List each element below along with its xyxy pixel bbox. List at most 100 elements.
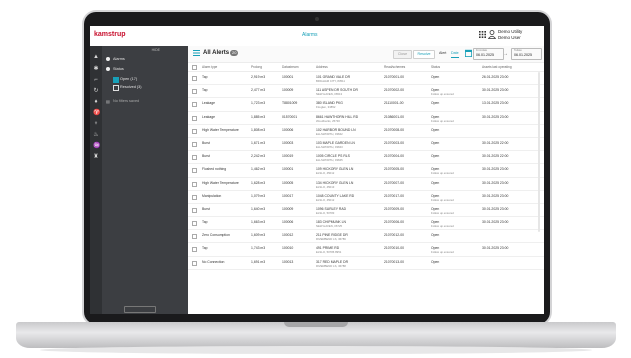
apps-grid-icon[interactable] — [479, 31, 486, 38]
table-row[interactable]: No Connection 1,691 m3 100013 317 RED MAPLE… — [188, 257, 544, 270]
select-all-checkbox[interactable] — [192, 65, 197, 70]
report-icon[interactable]: ♜ — [93, 154, 99, 160]
cell-datastream: 100010 — [282, 246, 294, 251]
table-row[interactable]: High Water Temperature 1,808 m3 100006 102 … — [188, 125, 544, 138]
tap-icon[interactable]: ♈ — [93, 110, 100, 116]
cell-alarm-type: Tap — [202, 220, 208, 225]
panel-footer-button[interactable] — [124, 306, 156, 313]
camera — [315, 17, 319, 21]
row-checkbox[interactable] — [192, 128, 197, 134]
row-checkbox[interactable] — [192, 234, 197, 240]
row-checkbox[interactable] — [192, 260, 197, 266]
cell-last-operating: 30.01.2025 22:00 — [482, 154, 509, 159]
row-checkbox[interactable] — [192, 76, 197, 81]
user-info[interactable]: Demo Utility Demo User — [498, 29, 522, 41]
col-prolong[interactable]: Prolong — [251, 65, 262, 69]
col-address[interactable]: Address — [316, 65, 328, 69]
cell-alarm-type: Burst — [202, 140, 210, 145]
table-row[interactable]: High Water Temperature 1,628 m3 100005 134 … — [188, 178, 544, 191]
close-button[interactable]: Close — [393, 50, 412, 59]
table-scrollbar[interactable] — [538, 72, 540, 232]
cell-datastream: 100012 — [282, 233, 294, 238]
refresh-icon[interactable]: ↻ — [93, 88, 99, 94]
brand-logo[interactable]: kamstrup — [94, 31, 126, 38]
cell-read-scheme: 21070005-00 — [384, 167, 404, 172]
table-row[interactable]: Flushed nothing 1,462 m3 100001 109 HICKORY… — [188, 164, 544, 178]
table-row[interactable]: Zero Consumption 1,609 m3 100012 211 PINE R… — [188, 230, 544, 244]
alarm-icon[interactable]: ▲ — [93, 54, 99, 60]
cell-address-city: Woodbucks, 25730 — [316, 118, 340, 123]
cell-read-scheme: 21070008-00 — [384, 127, 404, 132]
cell-address-city: ELSLO, 50783 — [316, 210, 335, 215]
row-checkbox[interactable] — [192, 89, 197, 95]
cell-alarm-type: Tap — [202, 75, 208, 79]
row-checkbox[interactable] — [192, 221, 197, 227]
tab-alert[interactable]: Alert — [439, 50, 446, 57]
cell-alarm-type: Leakage — [202, 101, 216, 106]
settings-icon[interactable]: ✱ — [93, 66, 99, 72]
cell-address-city: ELSLO, 45012 — [316, 197, 335, 202]
col-alarm-type[interactable]: Alarm type — [202, 65, 217, 69]
open-label: Open (17) — [120, 77, 138, 81]
cell-read-scheme: 21070009-00 — [384, 206, 404, 211]
col-last-operating[interactable]: Assets last operating — [482, 65, 512, 69]
table-row[interactable]: Manipulation 1,079 m3 100017 1048 COUNTY LA… — [188, 191, 544, 204]
col-read-schemes[interactable]: Read/schemes — [384, 65, 405, 69]
from-date-field[interactable]: Fromdate 06.01.2025 — [473, 48, 504, 60]
cell-address-city: ELLSWORTH, 03845 — [316, 158, 343, 163]
resolved-checkbox[interactable] — [113, 85, 119, 91]
cell-status: Open — [431, 75, 440, 79]
resolve-button[interactable]: Resolve — [413, 50, 435, 59]
drop-icon[interactable]: ♦ — [93, 99, 99, 105]
meter-icon[interactable]: ⌐ — [93, 77, 99, 83]
calendar-icon[interactable] — [465, 49, 472, 57]
table-row[interactable]: Burst 1,671 m3 100003 103 MAPLE GARDEN LN EL… — [188, 138, 544, 152]
cell-status: Open — [431, 127, 440, 132]
table-row[interactable]: Leakage 1,723 m3 T8801009 380 ISLAND PKG Fir… — [188, 98, 544, 112]
icon-sidebar: ▲ ✱ ⌐ ↻ ♦ ♈ ♆ ♨ ♒ ♜ — [90, 46, 102, 314]
row-checkbox[interactable] — [192, 207, 197, 213]
cell-prolong: 1,743 m3 — [251, 246, 266, 251]
row-checkbox[interactable] — [192, 181, 197, 187]
tab-date[interactable]: Date — [451, 50, 459, 58]
cell-prolong: 1,663 m3 — [251, 220, 266, 225]
filter-type-label[interactable]: Alarms — [113, 57, 125, 61]
table-row[interactable]: Burst 1,640 m3 100009 1096 SURLEY RAD ELSLO,… — [188, 204, 544, 218]
row-checkbox[interactable] — [192, 102, 197, 108]
table-row[interactable]: Tap 2,919 m3 100001 101 GRAND VALE DR BRIGHA… — [188, 72, 544, 86]
save-filter-icon[interactable]: ▤ — [106, 99, 110, 104]
tool-icon[interactable]: ♨ — [93, 132, 99, 138]
table-row[interactable]: Tap 1,663 m3 100006 183 CHIPMUNK LN NEW HAVE… — [188, 217, 544, 231]
row-checkbox[interactable] — [192, 141, 197, 147]
table-row[interactable]: Burst 2,242 m3 100019 1005 CIRCLE PS RLS ELL… — [188, 151, 544, 165]
cell-datastream: 100017 — [282, 193, 294, 198]
row-checkbox[interactable] — [192, 168, 197, 174]
cell-last-operating: 30.01.2025 23:00 — [482, 88, 509, 93]
hide-filters-button[interactable]: HIDE — [152, 48, 160, 52]
table-row[interactable]: Tap 1,743 m3 100010 491 PRIME RD ELSLO, 5078… — [188, 243, 544, 257]
status-filter-icon[interactable] — [106, 67, 110, 71]
row-checkbox[interactable] — [192, 115, 197, 121]
col-status[interactable]: Status — [431, 65, 440, 69]
user-icon[interactable] — [488, 30, 496, 39]
cell-alarm-type: Burst — [202, 206, 210, 211]
table-row[interactable]: Leakage 1,885 m3 01570001 8661 HAWTHORN HIL… — [188, 112, 544, 125]
open-checkbox[interactable] — [113, 77, 119, 83]
cell-datastream: T8801009 — [282, 101, 298, 106]
alerts-main: All Alerts 20 Close Resolve Alert Date F… — [188, 46, 544, 314]
filter-status-label[interactable]: Status — [113, 67, 124, 71]
cell-status: Open — [431, 101, 440, 106]
valve-icon[interactable]: ♆ — [93, 121, 99, 127]
row-checkbox[interactable] — [192, 155, 197, 161]
row-checkbox[interactable] — [192, 247, 197, 253]
cell-datastream: 100003 — [282, 140, 294, 145]
cell-datastream: 100019 — [282, 154, 294, 159]
table-row[interactable]: Tap 2,477 m3 100009 111 ASPEN DR SOUTH DR NE… — [188, 85, 544, 99]
network-icon[interactable]: ♒ — [93, 143, 100, 149]
row-checkbox[interactable] — [192, 194, 197, 200]
col-datastream[interactable]: Datastream — [282, 65, 298, 69]
cell-address-city: ELSLO, 45012 — [316, 171, 335, 176]
cell-alarm-type: High Water Temperature — [202, 127, 239, 132]
alarms-filter-icon[interactable] — [106, 57, 110, 61]
to-date-field[interactable]: Todate 06.01.2025 — [511, 48, 542, 60]
